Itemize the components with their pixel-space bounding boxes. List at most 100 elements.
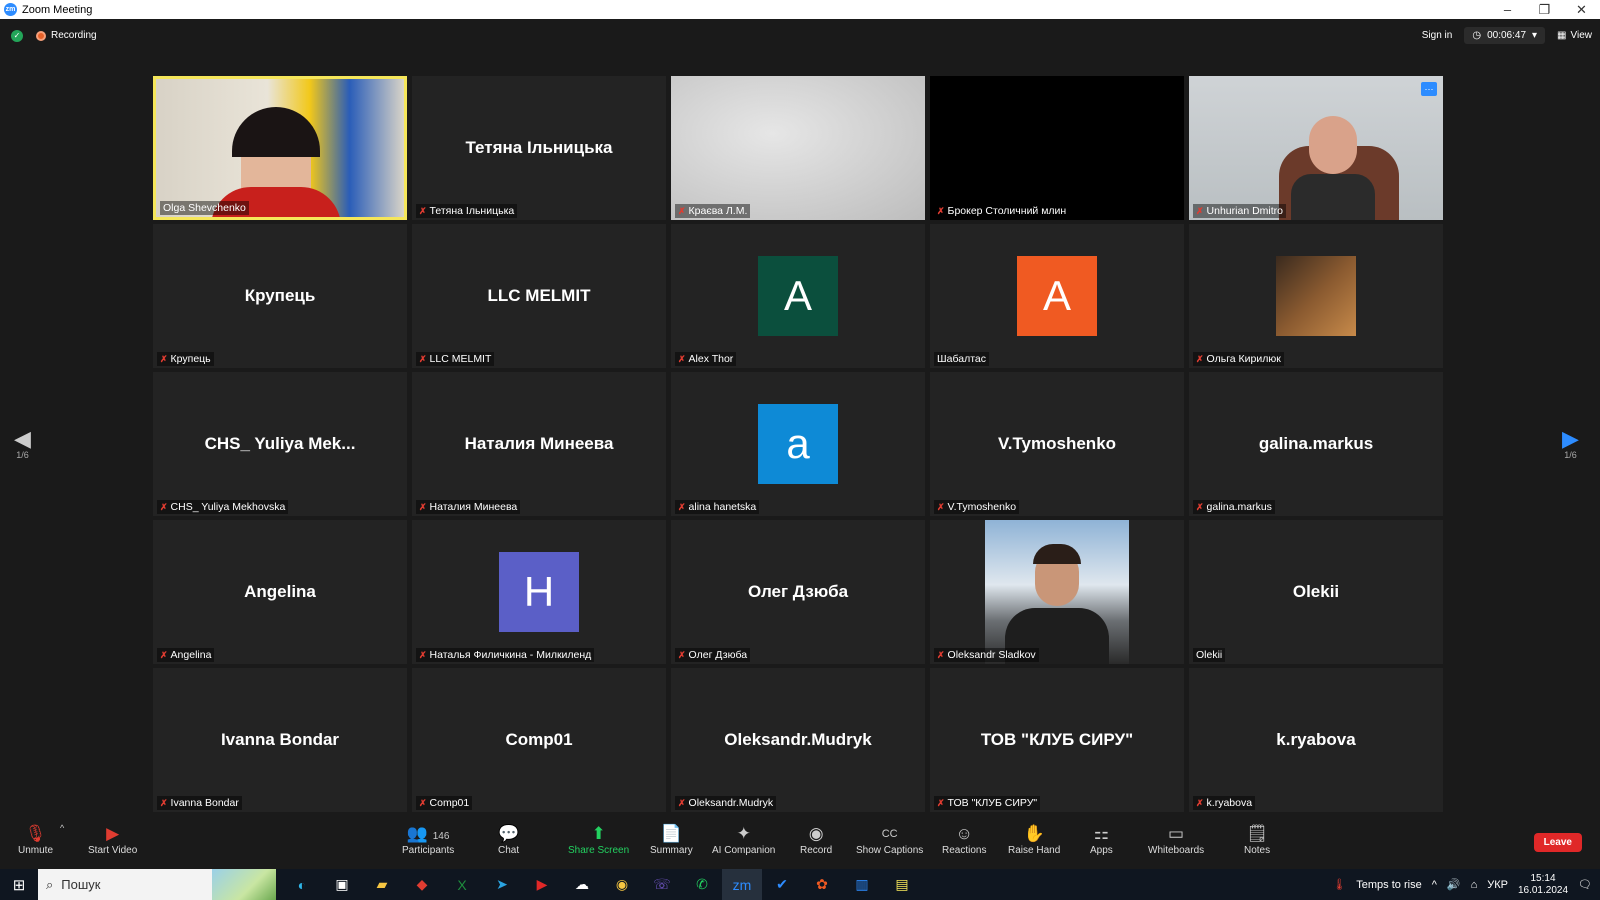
record-button[interactable]: ◉ Record (800, 823, 832, 856)
edge-icon[interactable]: ◐ (282, 869, 322, 900)
youtube-icon[interactable]: ▶ (522, 869, 562, 900)
participant-name: Крупець (170, 353, 211, 365)
microphone-muted-icon: 🎙 (24, 824, 47, 843)
zoom-taskbar-icon[interactable]: zm (722, 869, 762, 900)
participant-tile[interactable]: CHS_ Yuliya Mek... ✗ CHS_ Yuliya Mekhovska (153, 372, 407, 516)
notes-button[interactable]: 🗒 Notes (1244, 823, 1270, 856)
reactions-button[interactable]: ☺ Reactions (942, 823, 986, 856)
taskbar-search[interactable]: ⌕ Пошук (38, 869, 276, 900)
network-icon[interactable]: ⌂ (1471, 879, 1478, 891)
participant-tile[interactable]: Тетяна Ільницька ✗ Тетяна Ільницька (412, 76, 666, 220)
excel-icon[interactable]: X (442, 869, 482, 900)
participant-display-name: Angelina (244, 582, 316, 601)
participant-tile[interactable]: Oleksandr.Mudryk ✗ Oleksandr.Mudryk (671, 668, 925, 812)
participant-tile[interactable]: k.ryabova ✗ k.ryabova (1189, 668, 1443, 812)
audio-options-caret[interactable]: ^ (60, 823, 64, 833)
participant-name-label: ✗ Наталья Филичкина - Милкиленд (416, 648, 595, 662)
trello-icon[interactable]: ▥ (842, 869, 882, 900)
whiteboards-button[interactable]: ▭ Whiteboards (1148, 823, 1204, 856)
participant-tile[interactable]: ✗ Oleksandr Sladkov (930, 520, 1184, 664)
signin-button[interactable]: Sign in (1422, 30, 1453, 41)
summary-button[interactable]: 📄 Summary (650, 823, 693, 856)
hand-icon: ✋ (1023, 824, 1045, 843)
participant-name: Oleksandr Sladkov (947, 649, 1036, 661)
meeting-timer[interactable]: ◷ 00:06:47 ▾ (1464, 27, 1546, 44)
participants-button[interactable]: 👥 146 Participants (402, 823, 454, 856)
participant-tile[interactable]: Angelina ✗ Angelina (153, 520, 407, 664)
view-button[interactable]: ▦ View (1557, 30, 1592, 41)
unmute-button[interactable]: 🎙 Unmute (18, 823, 53, 856)
notifications-icon[interactable]: 🗨 (1578, 878, 1592, 891)
cloud-app-icon[interactable]: ☁ (562, 869, 602, 900)
store-icon[interactable]: ▣ (322, 869, 362, 900)
restore-icon[interactable]: ❐ (1526, 2, 1563, 18)
window-title: Zoom Meeting (22, 3, 93, 16)
participant-tile[interactable]: ✗ Ольга Кирилюк (1189, 224, 1443, 368)
participant-tile[interactable]: ТОВ "КЛУБ СИРУ" ✗ ТОВ "КЛУБ СИРУ" (930, 668, 1184, 812)
participant-tile[interactable]: galina.markus ✗ galina.markus (1189, 372, 1443, 516)
participant-tile[interactable]: a ✗ alina hanetska (671, 372, 925, 516)
weather-text[interactable]: Temps to rise (1356, 879, 1421, 891)
volume-icon[interactable]: 🔊 (1447, 878, 1461, 891)
share-screen-button[interactable]: ⬆ Share Screen (568, 823, 629, 856)
participant-tile[interactable]: Крупець ✗ Крупець (153, 224, 407, 368)
taskbar-clock[interactable]: 15:14 16.01.2024 (1518, 873, 1568, 897)
chat-icon: 💬 (498, 824, 520, 843)
language-indicator[interactable]: УКР (1487, 879, 1508, 891)
chat-button[interactable]: 💬 Chat (498, 823, 519, 856)
minimize-icon[interactable]: – (1489, 2, 1526, 18)
participant-name-label: ✗ CHS_ Yuliya Mekhovska (157, 500, 289, 514)
recording-label[interactable]: Recording (51, 30, 97, 41)
chevron-down-icon: ▾ (1532, 30, 1538, 41)
participant-tile[interactable]: Comp01 ✗ Comp01 (412, 668, 666, 812)
raise-hand-button[interactable]: ✋ Raise Hand (1008, 823, 1060, 856)
prev-page-nav[interactable]: ◀ 1/6 (14, 428, 31, 461)
participant-tile[interactable]: Olga Shevchenko (153, 76, 407, 220)
checkmark-app-icon[interactable]: ✔ (762, 869, 802, 900)
microphone-muted-icon: ✗ (678, 205, 686, 216)
whatsapp-icon[interactable]: ✆ (682, 869, 722, 900)
viber-icon[interactable]: ☏ (642, 869, 682, 900)
file-explorer-icon[interactable]: ▰ (362, 869, 402, 900)
participant-name-label: Olga Shevchenko (160, 201, 249, 215)
participant-tile[interactable]: Olekii Olekii (1189, 520, 1443, 664)
participant-tile[interactable]: Наталия Минеева ✗ Наталия Минеева (412, 372, 666, 516)
arrow-right-icon[interactable]: ▶ (1562, 428, 1579, 450)
app-icon[interactable]: ◆ (402, 869, 442, 900)
apps-button[interactable]: ⚏ Apps (1090, 823, 1113, 856)
windows-start-icon[interactable]: ⊞ (0, 876, 38, 894)
participant-tile[interactable]: V.Tymoshenko ✗ V.Tymoshenko (930, 372, 1184, 516)
participant-display-name: Olekii (1292, 582, 1340, 601)
participant-tile[interactable]: H ✗ Наталья Филичкина - Милкиленд (412, 520, 666, 664)
notepad-icon[interactable]: ▤ (882, 869, 922, 900)
participant-display-name: Comp01 (505, 730, 573, 749)
participant-name-label: ✗ V.Tymoshenko (934, 500, 1020, 514)
participant-tile[interactable]: Ivanna Bondar ✗ Ivanna Bondar (153, 668, 407, 812)
participant-name: Ольга Кирилюк (1206, 353, 1281, 365)
next-page-nav[interactable]: ▶ 1/6 (1562, 428, 1579, 461)
arrow-left-icon[interactable]: ◀ (14, 428, 31, 450)
tray-overflow-icon[interactable]: ^ (1432, 879, 1437, 891)
participant-tile[interactable]: ✗ Брокер Столичний млин (930, 76, 1184, 220)
participant-tile[interactable]: Олег Дзюба ✗ Олег Дзюба (671, 520, 925, 664)
grid-icon: ▦ (1557, 30, 1567, 41)
participant-tile[interactable]: ✗ Краєва Л.М. (671, 76, 925, 220)
participant-tile[interactable]: A ✗ Alex Thor (671, 224, 925, 368)
ai-companion-button[interactable]: ✦ AI Companion (712, 823, 775, 856)
participant-name: Тетяна Ільницька (429, 205, 515, 217)
participant-tile[interactable]: LLC MELMIT ✗ LLC MELMIT (412, 224, 666, 368)
participant-name-label: ✗ Олег Дзюба (675, 648, 751, 662)
close-icon[interactable]: ✕ (1563, 2, 1600, 18)
participant-avatar: H (499, 552, 579, 632)
figma-icon[interactable]: ✿ (802, 869, 842, 900)
start-video-button[interactable]: ▶ Start Video (88, 823, 137, 856)
telegram-icon[interactable]: ➤ (482, 869, 522, 900)
leave-button[interactable]: Leave (1533, 833, 1582, 852)
participant-name: k.ryabova (1206, 797, 1253, 809)
participant-tile[interactable]: A Шабалтас (930, 224, 1184, 368)
participant-tile[interactable]: ⋯ ✗ Unhurian Dmitro (1189, 76, 1443, 220)
more-options-icon[interactable]: ⋯ (1421, 82, 1437, 96)
security-shield-icon[interactable]: ✓ (11, 29, 23, 42)
show-captions-button[interactable]: CC Show Captions (856, 823, 923, 856)
chrome-icon[interactable]: ◉ (602, 869, 642, 900)
